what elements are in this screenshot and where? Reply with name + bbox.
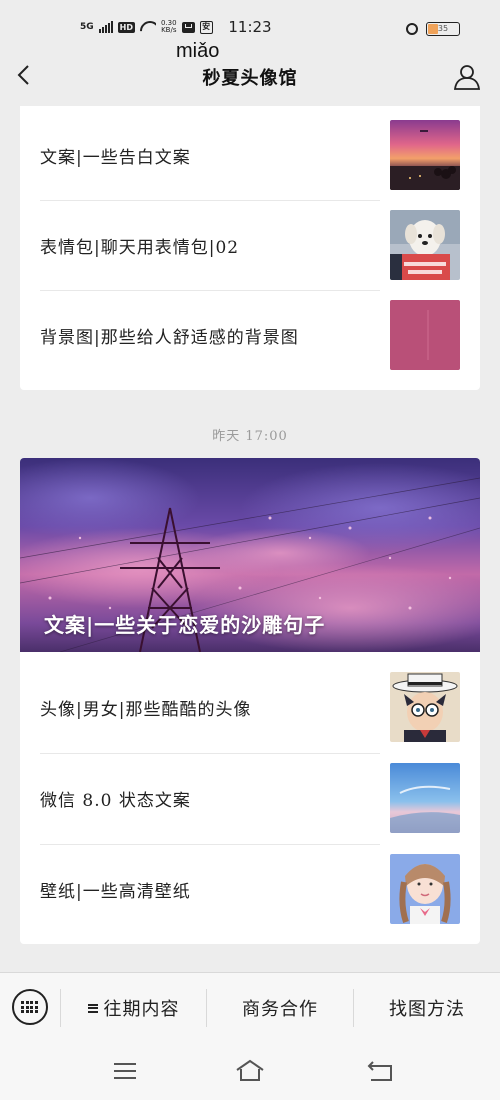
article-row[interactable]: 背景图|那些给人舒适感的背景图 bbox=[40, 290, 460, 380]
article-row[interactable]: 文案|一些告白文案 bbox=[40, 110, 460, 200]
system-navigation-bar bbox=[0, 1042, 500, 1100]
article-row[interactable]: 微信 8.0 状态文案 bbox=[40, 753, 460, 843]
dog-meme-thumbnail bbox=[390, 210, 460, 280]
article-title: 头像|男女|那些酷酷的头像 bbox=[40, 699, 252, 720]
menu-item-business[interactable]: 商务合作 bbox=[207, 973, 353, 1043]
beach-sky-thumbnail bbox=[390, 763, 460, 833]
nav-bar: miǎo 秒夏头像馆 bbox=[0, 40, 500, 106]
article-row[interactable]: 头像|男女|那些酷酷的头像 bbox=[40, 662, 460, 752]
menu-item-label: 找图方法 bbox=[389, 999, 465, 1020]
girl-braids-thumbnail bbox=[390, 854, 460, 924]
page-title: 秒夏头像馆 bbox=[202, 68, 298, 89]
home-icon[interactable] bbox=[235, 1056, 265, 1086]
article-group-card: 文案|一些关于恋爱的沙雕句子 头像|男女|那些酷酷的头像 微信 8.0 状态文案 bbox=[20, 458, 480, 944]
hero-title: 文案|一些关于恋爱的沙雕句子 bbox=[44, 613, 326, 637]
menu-item-past-content[interactable]: 往期内容 bbox=[61, 973, 206, 1043]
back-icon[interactable] bbox=[365, 1056, 395, 1086]
menu-icon[interactable] bbox=[110, 1056, 140, 1086]
article-group-card: 文案|一些告白文案 表情包|聊天用表情包|02 背景图|那些给人舒适感的背景图 bbox=[20, 106, 480, 390]
title-pinyin: miǎo bbox=[176, 40, 220, 62]
user-icon[interactable] bbox=[454, 64, 480, 90]
hero-article[interactable]: 文案|一些关于恋爱的沙雕句子 bbox=[20, 458, 480, 652]
battery-level: 35 bbox=[437, 24, 449, 33]
timestamp-label: 昨天 17:00 bbox=[212, 429, 288, 444]
article-title: 表情包|聊天用表情包|02 bbox=[40, 237, 240, 258]
keyboard-icon[interactable] bbox=[12, 989, 48, 1025]
submenu-icon bbox=[87, 1003, 98, 1013]
article-title: 微信 8.0 状态文案 bbox=[40, 790, 191, 811]
status-right-group: 35 bbox=[406, 22, 460, 36]
article-title: 文案|一些告白文案 bbox=[40, 147, 191, 168]
menu-item-find-image[interactable]: 找图方法 bbox=[354, 973, 500, 1043]
menu-item-label: 往期内容 bbox=[103, 999, 180, 1020]
article-title: 背景图|那些给人舒适感的背景图 bbox=[40, 327, 299, 348]
battery-icon: 35 bbox=[426, 22, 460, 36]
official-account-menu: 往期内容 商务合作 找图方法 bbox=[0, 972, 500, 1042]
anime-boy-thumbnail bbox=[390, 672, 460, 742]
article-title: 壁纸|一些高清壁纸 bbox=[40, 881, 191, 902]
article-row[interactable]: 壁纸|一些高清壁纸 bbox=[40, 844, 460, 934]
pink-wall-thumbnail bbox=[390, 300, 460, 370]
alarm-icon bbox=[406, 23, 418, 35]
menu-item-label: 商务合作 bbox=[242, 999, 318, 1020]
article-row[interactable]: 表情包|聊天用表情包|02 bbox=[40, 200, 460, 290]
sunset-crowd-thumbnail bbox=[390, 120, 460, 190]
